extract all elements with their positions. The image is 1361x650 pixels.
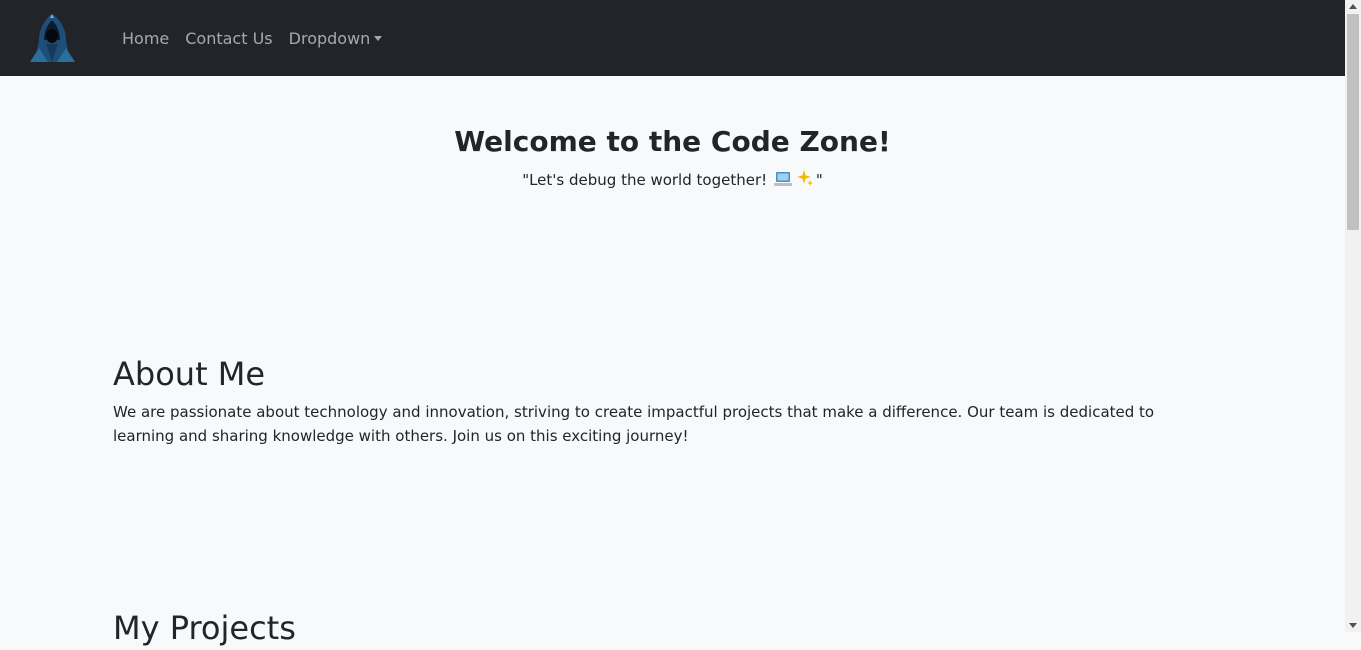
hero-tagline: "Let's debug the world together! " <box>0 168 1345 194</box>
tagline-text: "Let's debug the world together! <box>522 171 768 189</box>
vertical-scrollbar[interactable] <box>1345 0 1361 632</box>
about-section: About Me We are passionate about technol… <box>113 352 1203 448</box>
tagline-quote-end: " <box>815 171 823 189</box>
nav-contact-link[interactable]: Contact Us <box>177 29 280 48</box>
caret-down-icon <box>374 35 383 41</box>
navbar: Home Contact Us Dropdown <box>0 0 1345 76</box>
laptop-emoji-icon <box>773 170 792 194</box>
scroll-thumb[interactable] <box>1347 14 1359 230</box>
hero-section: Welcome to the Code Zone! "Let's debug t… <box>0 120 1345 194</box>
scroll-down-arrow-icon[interactable] <box>1349 623 1357 628</box>
about-heading: About Me <box>113 355 266 393</box>
projects-section: My Projects <box>113 606 296 650</box>
sparkles-emoji-icon <box>796 169 814 194</box>
hooded-hacker-icon <box>26 12 79 64</box>
nav-links: Home Contact Us Dropdown <box>114 0 390 76</box>
hero-title: Welcome to the Code Zone! <box>454 125 891 158</box>
projects-heading: My Projects <box>113 609 296 647</box>
scroll-up-arrow-icon[interactable] <box>1349 4 1357 9</box>
dropdown-label: Dropdown <box>288 28 371 48</box>
nav-home-link[interactable]: Home <box>114 29 177 48</box>
about-text: We are passionate about technology and i… <box>113 403 1155 445</box>
nav-dropdown-toggle[interactable]: Dropdown <box>281 29 391 48</box>
brand-logo[interactable] <box>26 12 79 64</box>
